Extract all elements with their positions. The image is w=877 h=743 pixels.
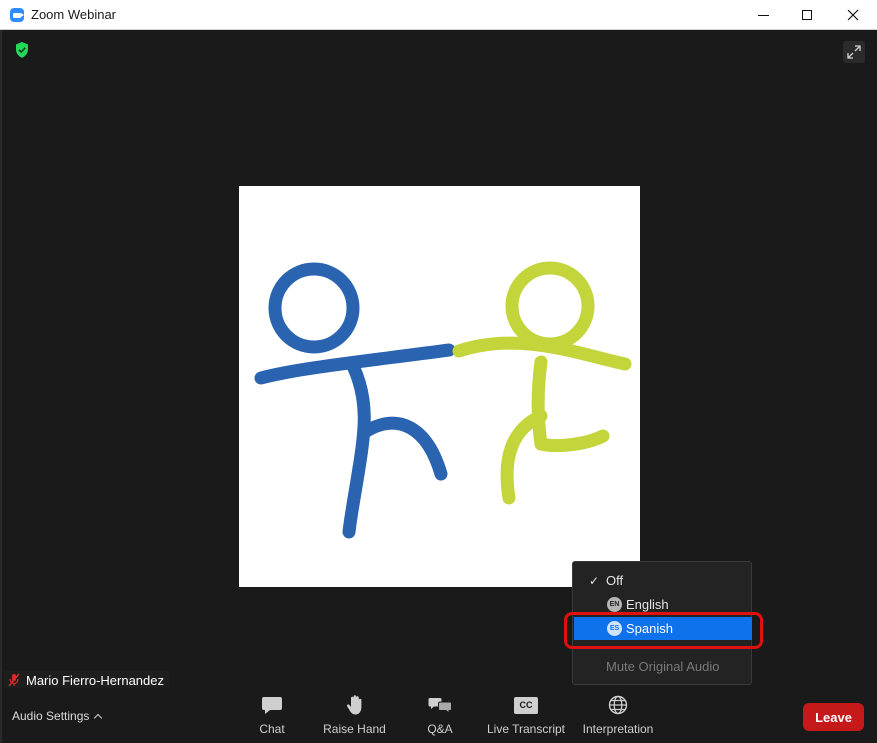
chat-label: Chat — [259, 722, 285, 736]
shared-screen-image — [239, 186, 640, 587]
menu-item-label: English — [626, 597, 669, 612]
maximize-button[interactable] — [784, 0, 830, 30]
language-badge: EN — [607, 597, 622, 612]
live-transcript-button[interactable]: CC Live Transcript — [486, 694, 566, 740]
menu-item-label: Off — [606, 573, 624, 588]
raise-hand-button[interactable]: Raise Hand — [322, 694, 387, 740]
interpretation-button[interactable]: Interpretation — [578, 694, 658, 740]
menu-item-off[interactable]: ✓ Off — [573, 569, 753, 592]
shield-check-icon — [16, 42, 28, 58]
mute-original-audio-item[interactable]: Mute Original Audio — [573, 655, 753, 678]
minimize-icon — [757, 14, 769, 16]
qa-button[interactable]: Q&A — [425, 694, 455, 740]
qa-bubbles-icon — [428, 698, 452, 715]
annotation-highlight-ring — [564, 612, 763, 649]
participant-name-tag: Mario Fierro-Hernandez — [4, 671, 169, 689]
interpretation-label: Interpretation — [582, 722, 654, 736]
expand-arrows-icon — [847, 45, 861, 59]
leave-button[interactable]: Leave — [803, 703, 864, 731]
menu-item-label: Mute Original Audio — [606, 659, 720, 674]
audio-settings-label: Audio Settings — [12, 709, 90, 723]
close-icon — [847, 9, 859, 21]
muted-microphone-icon — [8, 673, 20, 687]
close-button[interactable] — [830, 0, 876, 30]
zoom-app-icon — [10, 8, 24, 22]
chat-button[interactable]: Chat — [257, 694, 287, 740]
chevron-up-icon — [94, 713, 103, 722]
raise-hand-label: Raise Hand — [323, 722, 386, 736]
dancing-figures-logo — [254, 261, 632, 539]
window-title: Zoom Webinar — [31, 7, 117, 22]
fullscreen-button[interactable] — [843, 41, 865, 63]
closed-caption-icon: CC — [514, 696, 538, 714]
participant-name: Mario Fierro-Hernandez — [26, 672, 164, 688]
chat-bubble-icon — [262, 697, 282, 714]
meeting-toolbar: Audio Settings Chat Raise Hand Q&A CC Li… — [2, 688, 875, 743]
globe-icon — [608, 695, 628, 715]
minimize-button[interactable] — [740, 0, 786, 30]
title-bar: Zoom Webinar — [0, 0, 877, 30]
security-shield-button[interactable] — [12, 40, 32, 60]
checkmark-icon: ✓ — [589, 573, 600, 588]
audio-settings-button[interactable]: Audio Settings — [12, 709, 103, 723]
hand-icon — [346, 695, 361, 715]
qa-label: Q&A — [427, 722, 453, 736]
maximize-icon — [802, 10, 812, 20]
live-transcript-label: Live Transcript — [486, 722, 566, 736]
